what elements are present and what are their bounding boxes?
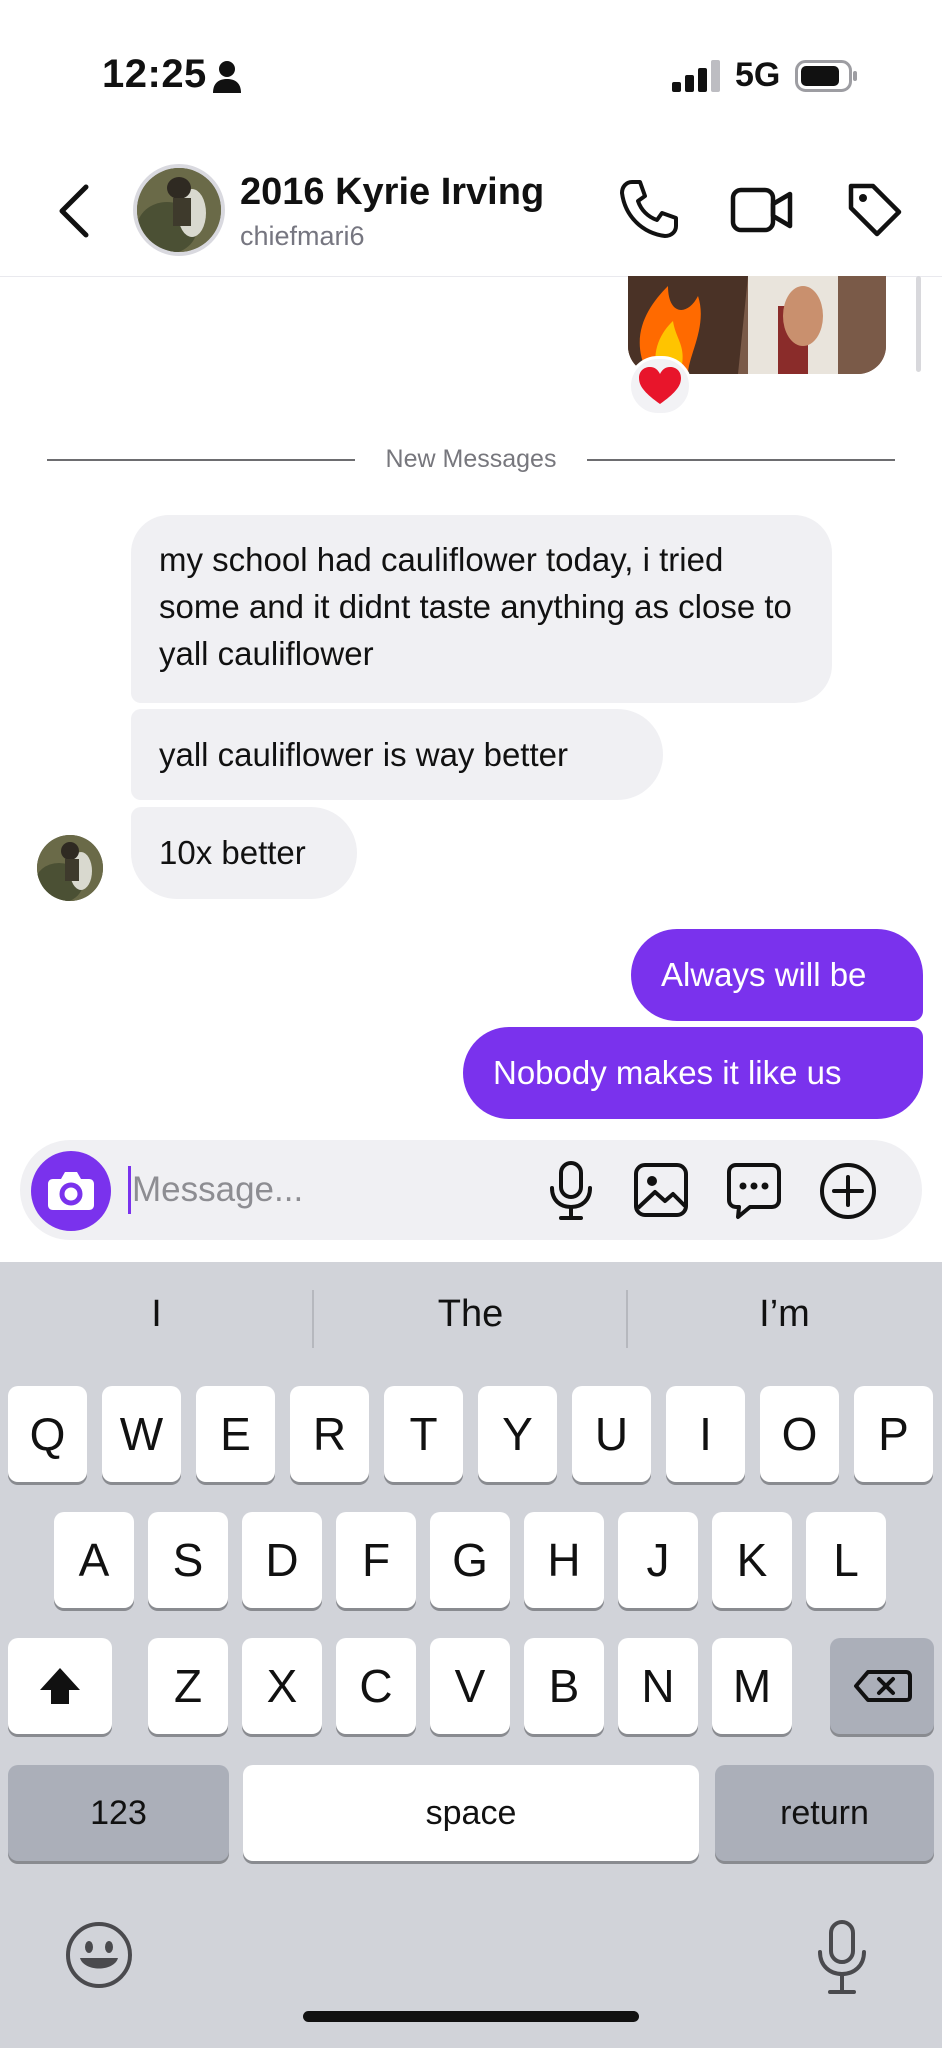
contact-name[interactable]: 2016 Kyrie Irving (240, 171, 544, 214)
key[interactable]: C (336, 1638, 416, 1734)
key[interactable]: P (854, 1386, 933, 1482)
reaction-badge[interactable] (628, 356, 692, 416)
sender-avatar[interactable] (37, 835, 103, 901)
key[interactable]: H (524, 1512, 604, 1608)
key[interactable]: S (148, 1512, 228, 1608)
divider-line-right (587, 459, 895, 461)
battery-icon (795, 60, 857, 92)
incoming-message[interactable]: yall cauliflower is way better (131, 709, 663, 800)
outgoing-message[interactable]: Nobody makes it like us (463, 1027, 923, 1119)
plus-circle-icon[interactable] (818, 1161, 878, 1221)
incoming-message[interactable]: 10x better (131, 807, 357, 899)
suggestion[interactable]: The (314, 1293, 627, 1336)
return-key[interactable]: return (715, 1765, 934, 1861)
sticker-icon[interactable] (726, 1162, 782, 1220)
avatar[interactable] (133, 164, 225, 256)
network-type: 5G (735, 56, 781, 94)
key[interactable]: W (102, 1386, 181, 1482)
emoji-icon[interactable] (62, 1918, 136, 1992)
dictation-microphone-icon[interactable] (812, 1918, 872, 1998)
back-chevron-icon[interactable] (50, 183, 100, 239)
status-time: 12:25 (102, 52, 207, 96)
key[interactable]: Q (8, 1386, 87, 1482)
camera-icon (48, 1172, 94, 1210)
key[interactable]: M (712, 1638, 792, 1734)
key[interactable]: K (712, 1512, 792, 1608)
key[interactable]: Y (478, 1386, 557, 1482)
backspace-icon (854, 1670, 912, 1702)
key[interactable]: Z (148, 1638, 228, 1734)
key[interactable]: X (242, 1638, 322, 1734)
key[interactable]: F (336, 1512, 416, 1608)
numbers-key[interactable]: 123 (8, 1765, 229, 1861)
heart-icon (639, 367, 681, 404)
text-cursor (128, 1166, 131, 1214)
key[interactable]: A (54, 1512, 134, 1608)
shift-arrow-icon (40, 1668, 80, 1704)
shift-key[interactable] (8, 1638, 112, 1734)
contact-username[interactable]: chiefmari6 (240, 221, 365, 252)
key[interactable]: R (290, 1386, 369, 1482)
new-messages-divider: New Messages (385, 445, 557, 473)
incoming-message[interactable]: my school had cauliflower today, i tried… (131, 515, 832, 703)
key[interactable]: N (618, 1638, 698, 1734)
key[interactable]: U (572, 1386, 651, 1482)
microphone-icon[interactable] (546, 1160, 596, 1222)
key[interactable]: B (524, 1638, 604, 1734)
key[interactable]: I (666, 1386, 745, 1482)
space-key[interactable]: space (243, 1765, 699, 1861)
person-icon (213, 61, 241, 93)
key[interactable]: O (760, 1386, 839, 1482)
backspace-key[interactable] (830, 1638, 934, 1734)
key[interactable]: T (384, 1386, 463, 1482)
camera-button[interactable] (31, 1151, 111, 1231)
key[interactable]: D (242, 1512, 322, 1608)
divider-line-left (47, 459, 355, 461)
phone-icon[interactable] (618, 178, 680, 240)
outgoing-message[interactable]: Always will be (631, 929, 923, 1021)
message-input[interactable] (132, 1163, 512, 1217)
tag-icon[interactable] (845, 180, 903, 238)
key[interactable]: G (430, 1512, 510, 1608)
key[interactable]: E (196, 1386, 275, 1482)
video-camera-icon[interactable] (730, 180, 794, 240)
key[interactable]: L (806, 1512, 886, 1608)
suggestion[interactable]: I’m (628, 1293, 941, 1336)
home-indicator[interactable] (303, 2011, 639, 2022)
signal-icon (672, 60, 720, 92)
scrollbar[interactable] (916, 276, 921, 372)
key[interactable]: V (430, 1638, 510, 1734)
suggestion[interactable]: I (0, 1293, 313, 1336)
key[interactable]: J (618, 1512, 698, 1608)
photo-icon[interactable] (633, 1162, 689, 1218)
